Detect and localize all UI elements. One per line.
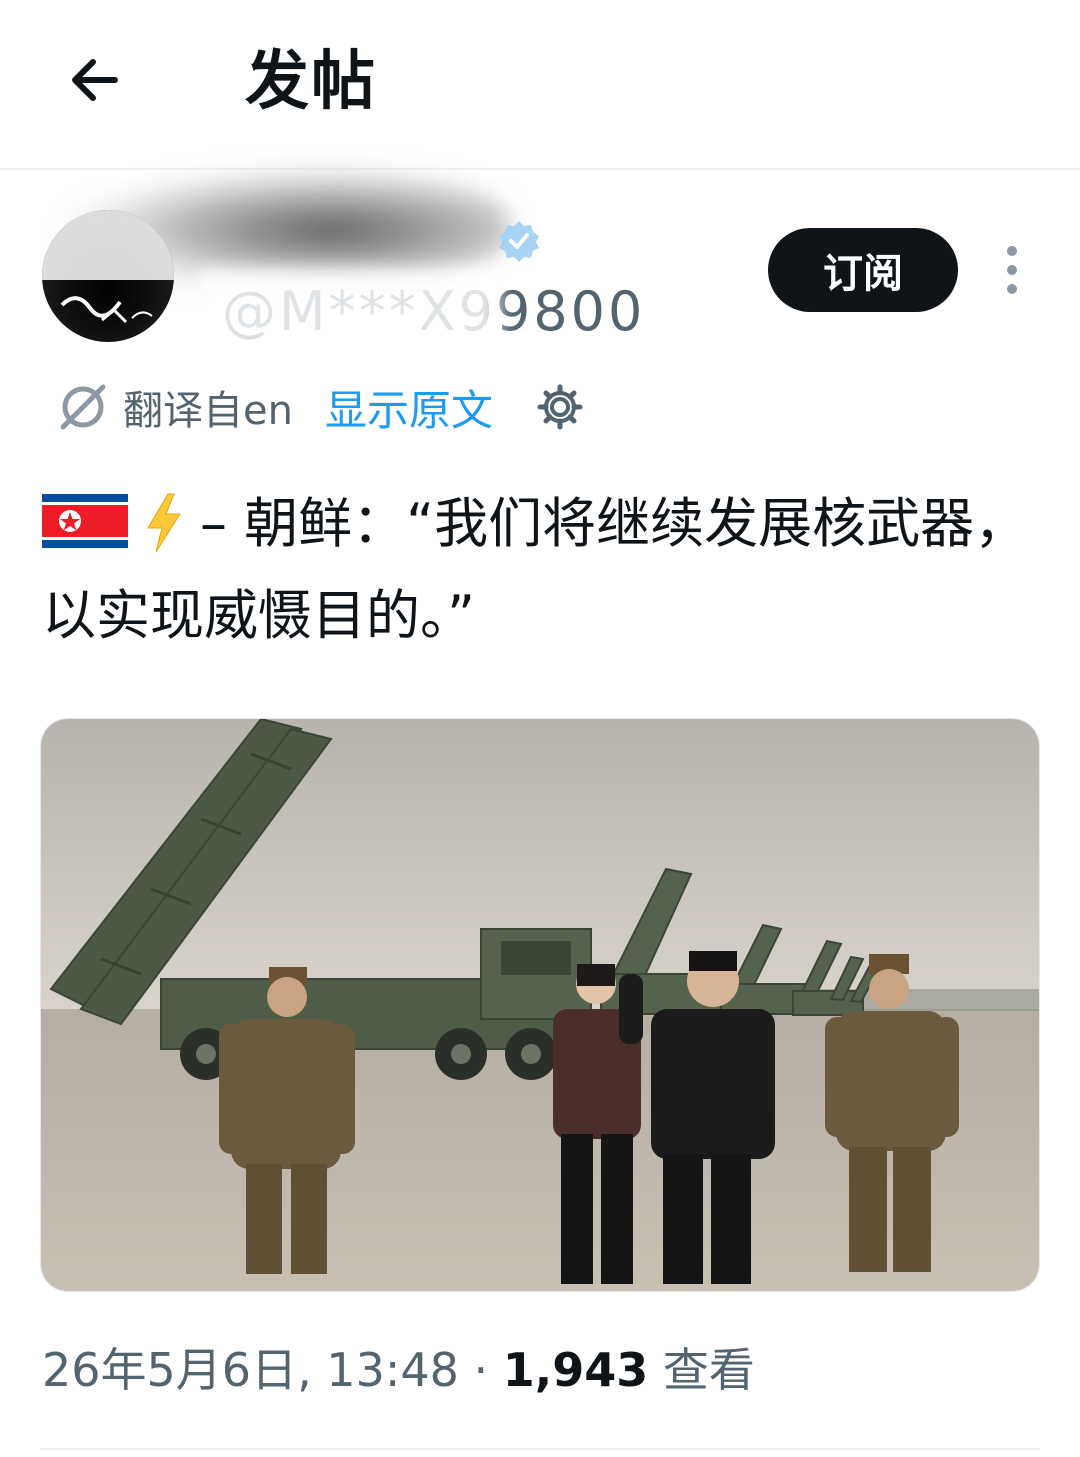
- page-title: 发帖: [245, 45, 377, 119]
- post-timestamp[interactable]: 26年5月6日, 13:48: [42, 1343, 459, 1397]
- top-bar: 发帖: [0, 0, 1080, 170]
- back-button[interactable]: [60, 45, 130, 115]
- more-options-button[interactable]: [992, 240, 1032, 300]
- author-avatar[interactable]: [42, 210, 174, 342]
- view-label: 查看: [648, 1343, 755, 1397]
- post-text: – 朝鲜：“我们将继续发展核武器，以实现威慑目的。”: [42, 492, 1029, 647]
- post-image[interactable]: [40, 718, 1040, 1292]
- show-original-link[interactable]: 显示原文: [325, 377, 493, 438]
- post-meta: 26年5月6日, 13:48 · 1,943 查看: [42, 1340, 755, 1400]
- avatar-image: [42, 210, 174, 342]
- subscribe-button[interactable]: 订阅: [768, 228, 958, 312]
- photo-image: [41, 719, 1039, 1291]
- lightning-bolt-icon: [147, 493, 181, 553]
- north-korea-flag-icon: [42, 494, 128, 548]
- translate-icon: [60, 384, 106, 430]
- gear-icon[interactable]: [535, 382, 585, 432]
- handle-redaction: [200, 270, 500, 350]
- arrow-left-icon: [72, 59, 118, 101]
- translation-bar: 翻译自en 显示原文: [55, 372, 585, 442]
- verified-badge-icon: [499, 221, 539, 262]
- post-body: – 朝鲜：“我们将继续发展核武器，以实现威慑目的。”: [42, 478, 1032, 662]
- more-dot: [1007, 284, 1017, 294]
- more-dot: [1007, 265, 1017, 275]
- more-vertical-icon: [1007, 246, 1017, 256]
- meta-separator: ·: [458, 1343, 503, 1397]
- divider: [40, 1448, 1040, 1450]
- translation-label: 翻译自en: [123, 388, 293, 434]
- view-count: 1,943: [502, 1343, 649, 1397]
